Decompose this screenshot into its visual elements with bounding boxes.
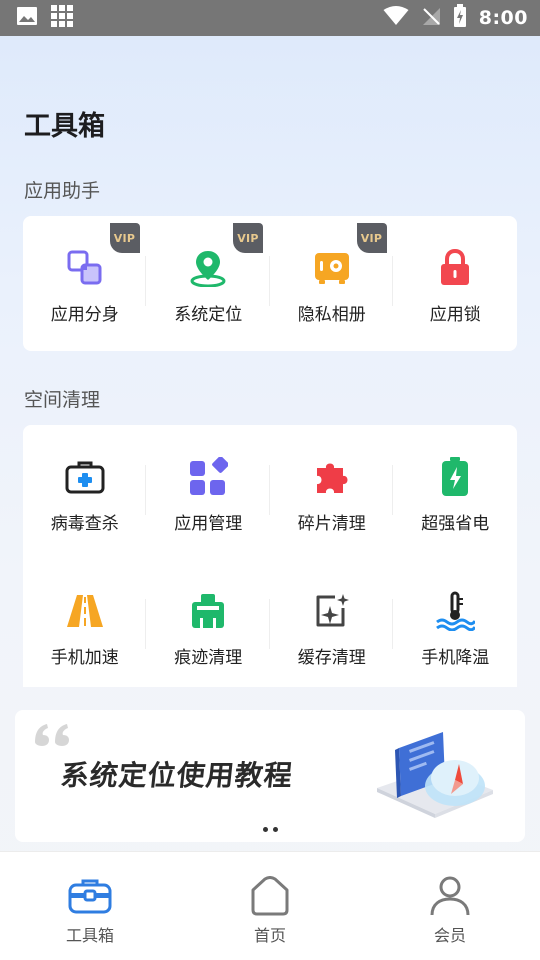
tool-system-location[interactable]: VIP 系统定位 [147, 216, 271, 350]
image-notification-icon [16, 6, 38, 30]
tab-member[interactable]: 会员 [360, 852, 540, 960]
vip-badge: VIP [356, 223, 387, 253]
puzzle-icon [312, 457, 352, 497]
tool-app-clone[interactable]: VIP 应用分身 [23, 216, 147, 350]
tool-power-saving[interactable]: 超强省电 [394, 425, 518, 559]
vip-badge: VIP [233, 223, 263, 253]
home-icon [248, 874, 292, 918]
tool-label: 应用锁 [429, 305, 481, 325]
tool-private-album[interactable]: VIP 隐私相册 [270, 216, 394, 350]
app-clone-icon [65, 248, 105, 288]
tutorial-banner[interactable]: 系统定位使用教程 [15, 710, 525, 842]
tab-home[interactable]: 首页 [180, 852, 360, 960]
space-clean-card: 病毒查杀 应用管理 碎片清理 超强省电 手机加速 痕迹清理 缓存清理 手机降温 [23, 425, 517, 687]
divider [269, 256, 270, 306]
app-grid-icon [188, 457, 229, 497]
divider [269, 599, 270, 649]
divider [392, 256, 393, 306]
tool-phone-speed[interactable]: 手机加速 [23, 559, 147, 693]
section-title-app-helper: 应用助手 [24, 180, 101, 202]
tab-label: 会员 [433, 926, 466, 945]
tool-app-manage[interactable]: 应用管理 [147, 425, 271, 559]
tool-virus-scan[interactable]: 病毒查杀 [23, 425, 147, 559]
divider [392, 465, 393, 515]
tool-app-lock[interactable]: 应用锁 [394, 216, 518, 350]
tool-label: 病毒查杀 [50, 514, 119, 534]
no-signal-icon [421, 6, 441, 30]
battery-icon [435, 457, 475, 497]
tab-label: 首页 [253, 926, 286, 945]
clock: 8:00 [478, 7, 528, 29]
location-pin-icon [188, 248, 228, 288]
wifi-icon [383, 6, 409, 30]
tool-label: 缓存清理 [297, 648, 366, 668]
tool-label: 手机加速 [50, 648, 119, 668]
pagination-dot[interactable] [262, 827, 268, 832]
tool-label: 应用分身 [50, 305, 119, 325]
road-speed-icon [65, 591, 105, 631]
divider [269, 465, 270, 515]
tab-toolbox[interactable]: 工具箱 [0, 852, 180, 960]
tool-cache-clean[interactable]: 缓存清理 [270, 559, 394, 693]
tool-label: 超强省电 [421, 514, 490, 534]
tool-label: 痕迹清理 [174, 648, 243, 668]
grid-notification-icon [50, 4, 74, 32]
lock-icon [435, 248, 475, 288]
battery-charging-icon [453, 4, 467, 32]
toolbox-icon [68, 874, 112, 918]
vip-badge: VIP [109, 223, 140, 253]
tool-label: 手机降温 [421, 648, 490, 668]
thermometer-icon [435, 591, 476, 631]
pagination-dot[interactable] [272, 827, 278, 832]
banner-text: 系统定位使用教程 [59, 759, 295, 792]
tool-label: 隐私相册 [297, 305, 366, 325]
app-helper-card: VIP 应用分身 VIP 系统定位 VIP 隐私相册 应用锁 [23, 216, 517, 351]
location-tutorial-illustration-icon [375, 728, 507, 822]
divider [145, 256, 146, 306]
status-bar: 8:00 [0, 0, 540, 36]
section-title-space-clean: 空间清理 [24, 389, 101, 411]
quote-mark-icon [33, 722, 73, 750]
member-icon [428, 874, 472, 918]
page-title: 工具箱 [24, 111, 105, 142]
tool-phone-cooling[interactable]: 手机降温 [394, 559, 518, 693]
bottom-tab-bar: 工具箱 首页 会员 [0, 851, 540, 960]
banner-pagination [15, 827, 525, 832]
private-album-icon [312, 248, 352, 288]
divider [392, 599, 393, 649]
tab-label: 工具箱 [65, 926, 114, 945]
medkit-icon [65, 457, 105, 497]
tool-fragment-clean[interactable]: 碎片清理 [270, 425, 394, 559]
tool-trace-clean[interactable]: 痕迹清理 [147, 559, 271, 693]
divider [145, 599, 146, 649]
tool-label: 碎片清理 [297, 514, 366, 534]
cache-sparkle-icon [312, 591, 352, 631]
tool-label: 系统定位 [174, 305, 243, 325]
divider [145, 465, 146, 515]
tool-label: 应用管理 [174, 514, 243, 534]
broom-icon [188, 591, 228, 631]
